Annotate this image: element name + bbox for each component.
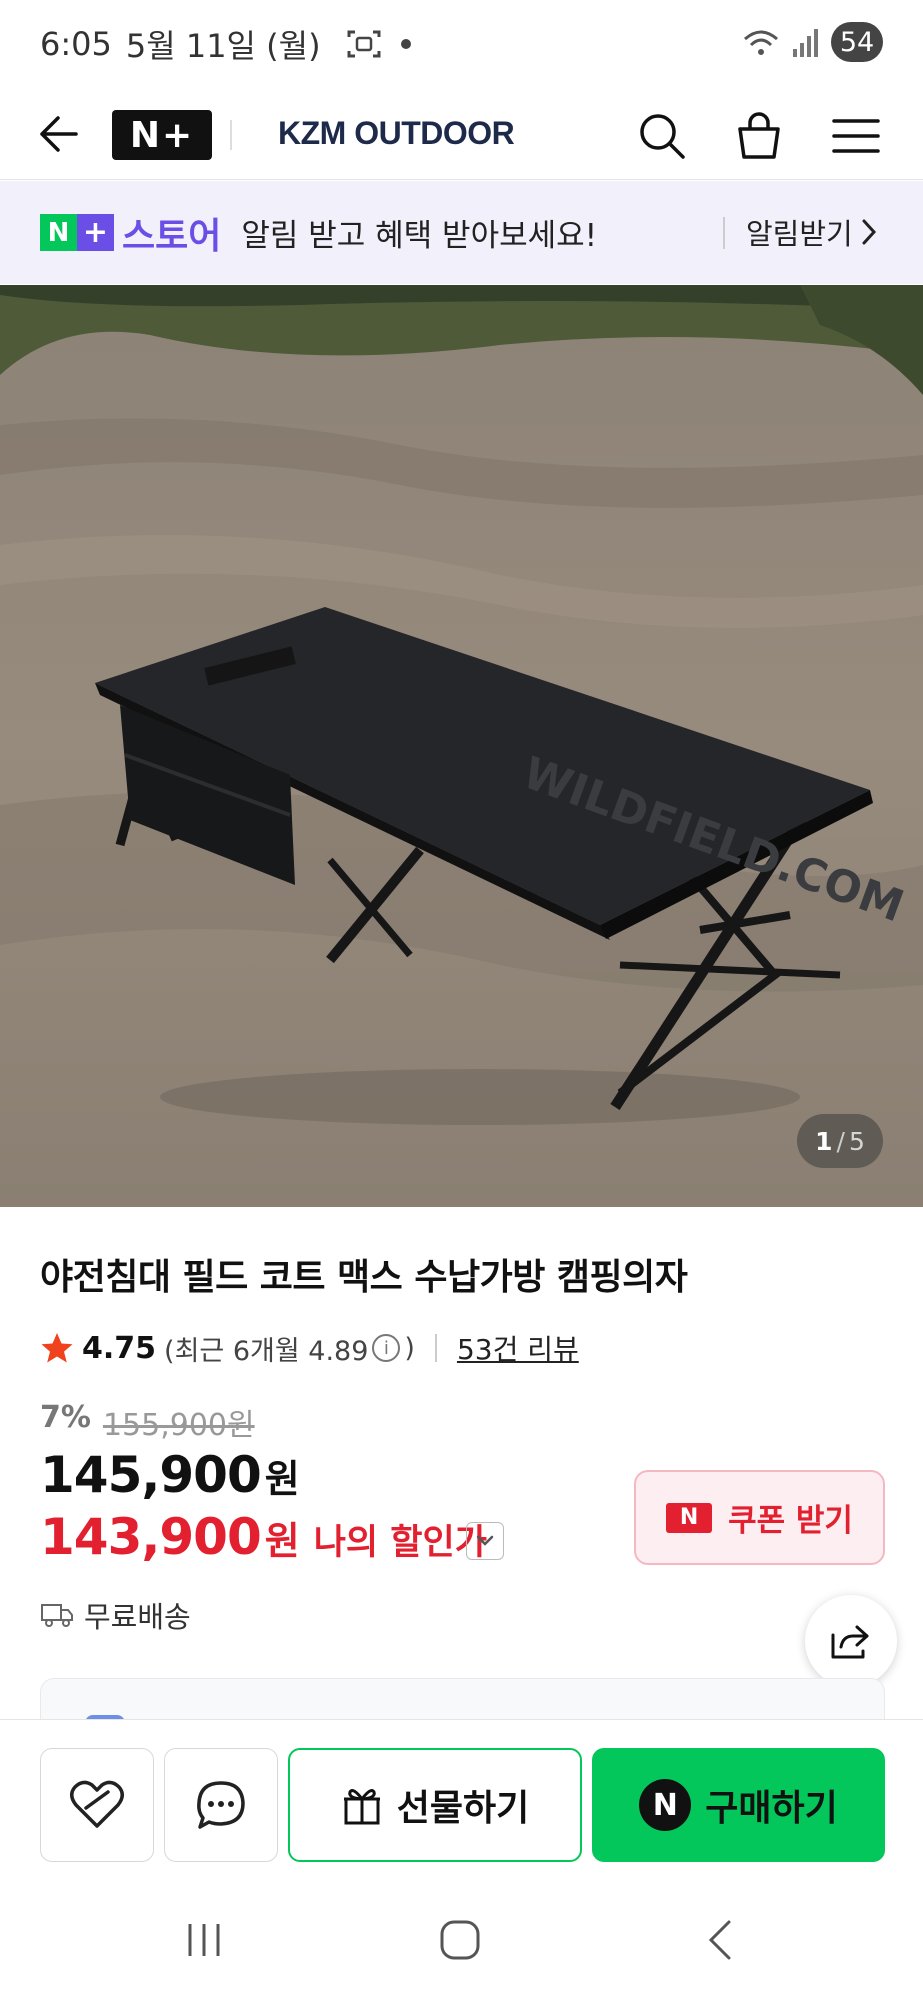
home-icon (440, 1920, 480, 1960)
nplus-logo[interactable]: N+ (112, 110, 212, 160)
chevron-right-icon (862, 219, 876, 245)
discount-rate: 7% (40, 1400, 91, 1435)
back-nav-icon (708, 1920, 731, 1960)
back-nav-button[interactable] (680, 1900, 760, 1980)
my-price-unit: 원 (264, 1519, 300, 1563)
coupon-label: 쿠폰 받기 (728, 1503, 853, 1539)
heart-icon (70, 1780, 124, 1828)
subscribe-label: 알림받기 (746, 217, 853, 251)
recent-rating-close: ) (404, 1332, 415, 1364)
gallery-separator: / (836, 1126, 845, 1156)
buy-label: 구매하기 (705, 1788, 838, 1829)
gift-label: 선물하기 (396, 1788, 530, 1829)
header-divider (230, 120, 232, 150)
info-icon[interactable]: i (372, 1334, 401, 1362)
get-coupon-button[interactable]: N 쿠폰 받기 (634, 1470, 885, 1565)
signal-icon (793, 29, 818, 57)
product-image[interactable]: WILDFIELD.COM (0, 285, 923, 1207)
search-button[interactable] (634, 108, 690, 164)
discount-row: 7% 155,900원 (40, 1400, 255, 1444)
recent-apps-icon (188, 1924, 220, 1956)
buy-button[interactable]: N 구매하기 (592, 1748, 885, 1862)
sale-price-amount: 145,900 (40, 1446, 262, 1504)
cart-button[interactable] (731, 108, 787, 164)
brand-name[interactable]: KZM OUTDOOR (278, 115, 515, 152)
sale-price-unit: 원 (264, 1457, 300, 1501)
status-bar: 6:05 5월 11일 (월) 54 (0, 0, 923, 88)
star-icon (41, 1333, 73, 1363)
gift-icon (343, 1789, 380, 1825)
my-price-expand-button[interactable] (466, 1522, 504, 1560)
rating-row: 4.75 (최근 6개월 4.89 i ) 53건 리뷰 (40, 1328, 579, 1368)
chat-bubble-icon (197, 1781, 245, 1829)
shipping-label: 무료배송 (84, 1600, 191, 1634)
naverpay-n-icon: N (639, 1779, 692, 1831)
banner-divider (723, 217, 725, 249)
app-header: N+ KZM OUTDOOR (0, 88, 923, 180)
shopping-bag-icon (738, 112, 780, 159)
my-discount-price: 143,900 원 나의 할인가 (40, 1508, 487, 1566)
my-price-amount: 143,900 (40, 1508, 262, 1566)
shipping-info: 무료배송 (40, 1594, 191, 1636)
camping-cot-photo: WILDFIELD.COM (0, 285, 923, 1207)
coupon-n-badge: N (666, 1502, 713, 1533)
back-button[interactable] (32, 108, 84, 160)
menu-button[interactable] (828, 108, 884, 164)
system-navigation-bar (0, 1880, 923, 2000)
gift-button[interactable]: 선물하기 (288, 1748, 582, 1862)
status-time: 6:05 (40, 25, 112, 63)
hamburger-menu-icon (832, 119, 880, 153)
notification-banner[interactable]: N + 스토어 알림 받고 혜택 받아보세요! 알림받기 (0, 181, 923, 284)
gallery-page-indicator: 1 / 5 (797, 1114, 883, 1168)
status-right: 54 (741, 22, 883, 62)
store-n-mark: N (40, 214, 77, 251)
share-icon (831, 1625, 869, 1659)
nplus-store-badge: N + 스토어 (40, 207, 241, 259)
recent-apps-button[interactable] (164, 1900, 244, 1980)
share-button[interactable] (805, 1595, 897, 1687)
rating-score: 4.75 (82, 1330, 157, 1366)
notification-subscribe-button[interactable]: 알림받기 (746, 211, 877, 253)
review-count-link[interactable]: 53건 리뷰 (457, 1328, 579, 1368)
gallery-current: 1 (815, 1126, 833, 1156)
gallery-total: 5 (848, 1126, 865, 1156)
home-button[interactable] (420, 1900, 500, 1980)
sale-price: 145,900 원 (40, 1446, 300, 1504)
truck-icon (41, 1604, 73, 1627)
purchase-action-bar: 선물하기 N 구매하기 (0, 1719, 923, 1862)
wishlist-button[interactable] (40, 1748, 154, 1862)
banner-message: 알림 받고 혜택 받아보세요! (241, 218, 598, 254)
search-icon (640, 114, 685, 159)
wifi-icon (744, 30, 778, 55)
product-title: 야전침대 필드 코트 맥스 수납가방 캠핑의자 (40, 1257, 688, 1298)
talk-chat-button[interactable] (164, 1748, 278, 1862)
battery-indicator: 54 (831, 22, 883, 62)
recent-rating-text: (최근 6개월 4.89 (164, 1335, 369, 1367)
status-date: 5월 11일 (월) (125, 27, 321, 65)
chevron-down-icon (476, 1535, 494, 1546)
original-price: 155,900원 (102, 1408, 255, 1443)
store-plus-mark: + (77, 214, 114, 251)
notification-dot (400, 39, 411, 49)
my-price-label: 나의 할인가 (313, 1523, 487, 1563)
rating-divider (434, 1334, 437, 1362)
store-label: 스토어 (122, 215, 222, 257)
arrow-left-icon (40, 116, 78, 152)
screen-recorder-icon (347, 30, 381, 58)
